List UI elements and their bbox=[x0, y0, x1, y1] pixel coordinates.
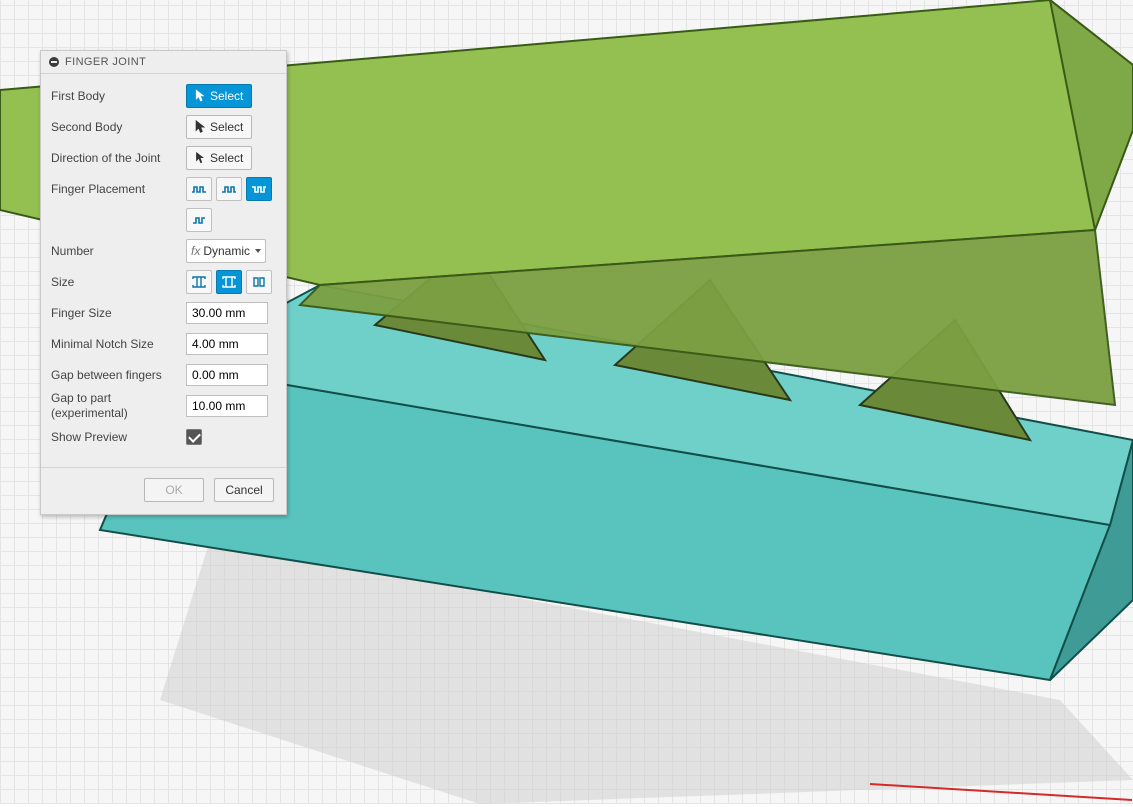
select-direction-button[interactable]: Select bbox=[186, 146, 252, 170]
label-finger-size: Finger Size bbox=[51, 306, 186, 321]
cancel-button[interactable]: Cancel bbox=[214, 478, 274, 502]
fx-icon: fx bbox=[191, 244, 200, 258]
bracket-icon bbox=[191, 275, 207, 289]
size-option-3[interactable] bbox=[246, 270, 272, 294]
label-number: Number bbox=[51, 244, 186, 259]
select-first-body-button[interactable]: Select bbox=[186, 84, 252, 108]
gap-part-input[interactable] bbox=[186, 395, 268, 417]
cursor-icon bbox=[195, 89, 206, 103]
cursor-icon bbox=[195, 120, 206, 134]
dialog-titlebar[interactable]: FINGER JOINT bbox=[41, 51, 286, 74]
cursor-icon bbox=[195, 151, 206, 165]
label-first-body: First Body bbox=[51, 89, 186, 104]
size-option-1[interactable] bbox=[186, 270, 212, 294]
label-minimal-notch: Minimal Notch Size bbox=[51, 337, 186, 352]
label-gap-fingers: Gap between fingers bbox=[51, 368, 186, 383]
placement-option-3[interactable] bbox=[246, 177, 272, 201]
finger-size-input[interactable] bbox=[186, 302, 268, 324]
collapse-icon[interactable] bbox=[49, 57, 59, 67]
placement-option-4[interactable] bbox=[186, 208, 212, 232]
number-dropdown[interactable]: fx Dynamic bbox=[186, 239, 266, 263]
bracket-icon bbox=[251, 275, 267, 289]
label-show-preview: Show Preview bbox=[51, 430, 186, 445]
chevron-down-icon bbox=[255, 249, 261, 253]
size-option-2[interactable] bbox=[216, 270, 242, 294]
label-direction: Direction of the Joint bbox=[51, 151, 186, 166]
select-second-body-button[interactable]: Select bbox=[186, 115, 252, 139]
show-preview-checkbox[interactable] bbox=[186, 429, 202, 445]
crenel-icon bbox=[221, 182, 237, 196]
bracket-icon bbox=[221, 275, 237, 289]
crenel-icon bbox=[191, 182, 207, 196]
crenel-icon bbox=[191, 213, 207, 227]
label-size: Size bbox=[51, 275, 186, 290]
dialog-title: FINGER JOINT bbox=[65, 56, 146, 68]
ok-button[interactable]: OK bbox=[144, 478, 204, 502]
gap-fingers-input[interactable] bbox=[186, 364, 268, 386]
minimal-notch-input[interactable] bbox=[186, 333, 268, 355]
label-second-body: Second Body bbox=[51, 120, 186, 135]
finger-joint-dialog: FINGER JOINT First Body Select Second Bo… bbox=[40, 50, 287, 515]
crenel-icon bbox=[251, 182, 267, 196]
label-finger-placement: Finger Placement bbox=[51, 182, 186, 197]
placement-option-1[interactable] bbox=[186, 177, 212, 201]
label-gap-part: Gap to part (experimental) bbox=[51, 391, 186, 421]
placement-option-2[interactable] bbox=[216, 177, 242, 201]
